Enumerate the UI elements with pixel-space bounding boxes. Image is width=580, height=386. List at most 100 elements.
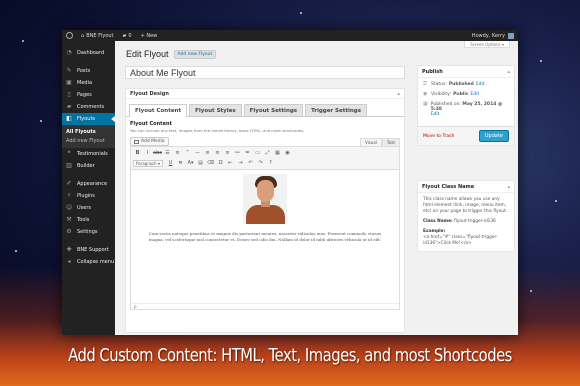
profile-photo[interactable] xyxy=(243,174,287,224)
justify-icon[interactable]: ≣ xyxy=(176,159,185,167)
numbered-list-icon[interactable]: ≡ xyxy=(173,149,182,157)
add-new-flyout-button[interactable]: Add new Flyout xyxy=(173,49,217,59)
status-label: Status: xyxy=(431,82,447,87)
bullet-list-icon[interactable]: ☰ xyxy=(163,149,172,157)
section-description: You can include any text, images from th… xyxy=(130,128,305,133)
align-right-icon[interactable]: ≡ xyxy=(223,149,232,157)
redo-icon[interactable]: ↷ xyxy=(256,159,265,167)
new-content-link[interactable]: + New xyxy=(141,33,158,39)
unlink-icon[interactable]: ⚮ xyxy=(243,149,252,157)
comment-icon: ▰ xyxy=(66,103,72,110)
flyout-class-box: Flyout Class Name ▴ This class name allo… xyxy=(417,180,515,252)
italic-icon[interactable]: I xyxy=(143,149,152,157)
sidebar-item-pages[interactable]: ▯ Pages xyxy=(62,89,115,101)
sidebar-item-plugins[interactable]: ⚡ Plugins xyxy=(62,190,115,202)
tab-visual[interactable]: Visual xyxy=(359,138,382,146)
format-select[interactable]: Paragraph ▾ xyxy=(133,159,163,167)
sidebar-item-builder[interactable]: ▥ Builder xyxy=(62,160,115,172)
outdent-icon[interactable]: ⇤ xyxy=(226,159,235,167)
sidebar-item-tools[interactable]: ⚒ Tools xyxy=(62,214,115,226)
sidebar-item-label: Posts xyxy=(77,68,91,74)
sidebar-item-flyouts[interactable]: ◧ Flyouts xyxy=(62,113,115,125)
submenu-all-flyouts[interactable]: All Flyouts xyxy=(62,127,115,136)
tab-text[interactable]: Text xyxy=(381,138,400,146)
move-to-trash-link[interactable]: Move to Trash xyxy=(423,134,454,139)
update-button[interactable]: Update xyxy=(478,130,509,142)
sidebar-item-media[interactable]: ▣ Media xyxy=(62,77,115,89)
flyouts-submenu: All Flyouts Add new Flyout xyxy=(62,125,115,148)
editor-path: p xyxy=(131,303,399,309)
wordpress-logo-icon[interactable] xyxy=(66,32,73,39)
class-box-header[interactable]: Flyout Class Name ▴ xyxy=(418,181,514,193)
strikethrough-icon[interactable]: abc xyxy=(153,149,162,157)
kitchen-sink-icon[interactable]: ▦ xyxy=(273,149,282,157)
comment-bubble-icon: ▰ xyxy=(122,32,127,39)
flyout-design-header[interactable]: Flyout Design ▴ xyxy=(126,89,404,99)
toggle-arrow-icon[interactable]: ▴ xyxy=(397,91,400,97)
editor-body[interactable]: Cum sociis natoque penatibus et magnis d… xyxy=(131,170,399,247)
sidebar-item-label: Appearance xyxy=(77,181,108,187)
testimonial-icon: ❝ xyxy=(67,150,71,157)
sidebar-item-posts[interactable]: ✎ Posts xyxy=(62,65,115,77)
sidebar-item-appearance[interactable]: ✐ Appearance xyxy=(62,178,115,190)
horizontal-line-icon[interactable]: — xyxy=(193,149,202,157)
sidebar-item-bne-support[interactable]: ✚ BNE Support xyxy=(62,244,115,256)
tab-flyout-settings[interactable]: Flyout Settings xyxy=(243,104,304,116)
sidebar-item-users[interactable]: ☺ Users xyxy=(62,202,115,214)
underline-icon[interactable]: U xyxy=(166,159,175,167)
shortcode-icon[interactable]: ◉ xyxy=(283,149,292,157)
post-title-input[interactable]: About Me Flyout xyxy=(125,66,405,79)
key-icon: ⚿ xyxy=(423,81,427,87)
star xyxy=(40,120,42,122)
admin-sidebar: ◔ Dashboard ✎ Posts ▣ Media ▯ Pages ▰ Comments ◧… xyxy=(62,41,115,335)
content-editor[interactable]: B I abc ☰ ≡ “ — ≡ ≡ ≡ ⚯ ⚮ ▭ ⤢ ▦ ◉ Paragr… xyxy=(130,146,400,310)
class-box-heading: Flyout Class Name xyxy=(422,183,475,190)
tab-flyout-styles[interactable]: Flyout Styles xyxy=(189,104,242,116)
publish-heading: Publish xyxy=(422,68,443,75)
edit-visibility-link[interactable]: Edit xyxy=(471,92,480,97)
submenu-add-new-flyout[interactable]: Add new Flyout xyxy=(62,136,115,145)
toggle-arrow-icon[interactable]: ▴ xyxy=(507,69,510,75)
user-icon: ☺ xyxy=(66,204,73,211)
publish-header[interactable]: Publish ▴ xyxy=(418,66,514,78)
add-media-button[interactable]: Add Media xyxy=(130,137,169,146)
toggle-arrow-icon[interactable]: ▴ xyxy=(507,184,510,190)
paste-text-icon[interactable]: ▤ xyxy=(196,159,205,167)
sidebar-item-label: Users xyxy=(77,205,92,211)
comments-link[interactable]: ▰ 0 xyxy=(123,33,132,39)
help-icon[interactable]: ? xyxy=(266,159,275,167)
more-tag-icon[interactable]: ▭ xyxy=(253,149,262,157)
fullscreen-icon[interactable]: ⤢ xyxy=(263,149,272,157)
tab-trigger-settings[interactable]: Trigger Settings xyxy=(305,104,368,116)
sidebar-item-label: Testimonials xyxy=(77,151,108,157)
pin-icon: ✎ xyxy=(66,67,72,74)
sidebar-item-settings[interactable]: ⚙ Settings xyxy=(62,226,115,238)
sidebar-item-comments[interactable]: ▰ Comments xyxy=(62,101,115,113)
greeting: Howdy, Kerry xyxy=(471,32,505,39)
edit-status-link[interactable]: Edit xyxy=(476,82,485,87)
add-media-label: Add Media xyxy=(141,139,165,144)
collapse-icon: ◂ xyxy=(67,258,71,265)
tab-flyout-content[interactable]: Flyout Content xyxy=(129,104,188,117)
sidebar-item-testimonials[interactable]: ❝ Testimonials xyxy=(62,148,115,160)
account-menu[interactable]: Howdy, Kerry xyxy=(471,32,514,39)
bold-icon[interactable]: B xyxy=(133,149,142,157)
edit-date-link[interactable]: Edit xyxy=(431,112,440,117)
sidebar-item-label: BNE Support xyxy=(77,247,109,253)
align-center-icon[interactable]: ≡ xyxy=(213,149,222,157)
blockquote-icon[interactable]: “ xyxy=(183,149,192,157)
comments-count: 0 xyxy=(128,32,132,39)
link-icon[interactable]: ⚯ xyxy=(233,149,242,157)
sidebar-item-dashboard[interactable]: ◔ Dashboard xyxy=(62,47,115,59)
site-name-link[interactable]: ⌂ BNE Flyout xyxy=(81,33,114,39)
align-left-icon[interactable]: ≡ xyxy=(203,149,212,157)
text-color-icon[interactable]: A▾ xyxy=(186,159,195,167)
indent-icon[interactable]: ⇥ xyxy=(236,159,245,167)
special-character-icon[interactable]: Ω xyxy=(216,159,225,167)
sidebar-item-collapse-menu[interactable]: ◂ Collapse menu xyxy=(62,256,115,268)
screen-options-button[interactable]: Screen Options ▾ xyxy=(464,41,510,48)
clear-formatting-icon[interactable]: ⌫ xyxy=(206,159,215,167)
wrench-icon: ⚒ xyxy=(66,216,72,223)
undo-icon[interactable]: ↶ xyxy=(246,159,255,167)
visibility-label: Visibility: xyxy=(431,92,452,97)
